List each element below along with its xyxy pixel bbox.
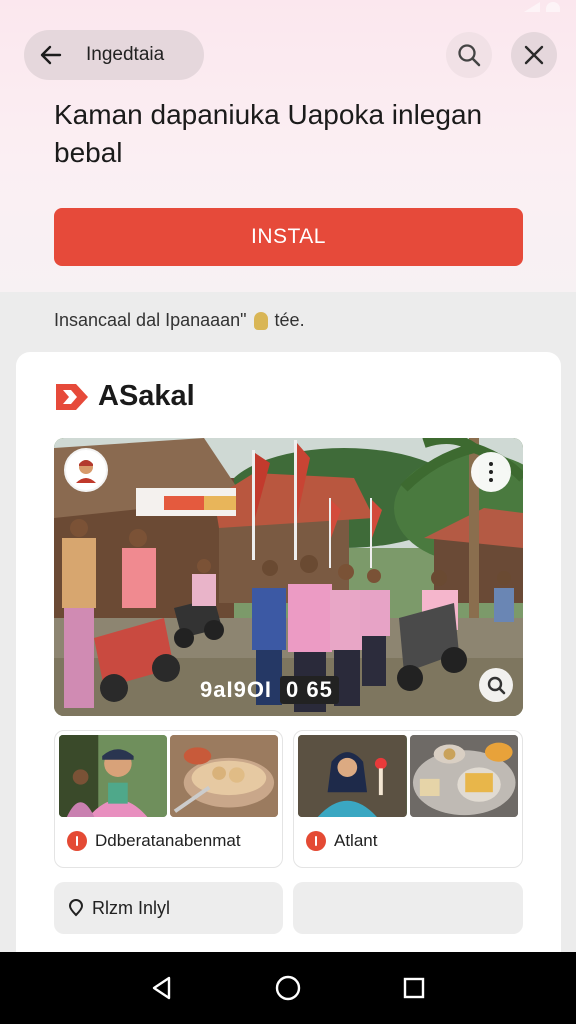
dot-icon [489, 478, 493, 482]
close-icon [524, 45, 544, 65]
tile-photo-food [170, 735, 278, 817]
hero-image[interactable]: 9aI9OI 0 65 [54, 438, 523, 716]
visual-search-button[interactable] [479, 668, 513, 702]
recents-square-icon[interactable] [401, 975, 427, 1001]
tile-label: Ddberatanabenmat [67, 831, 241, 851]
location-pin-icon [68, 899, 84, 917]
dot-icon [489, 470, 493, 474]
ad-header-pill[interactable]: Ingedtaia [24, 30, 204, 80]
tile-photo-person [298, 735, 407, 817]
brand-name: ASakal [98, 380, 195, 412]
install-button[interactable]: INSTAL [54, 208, 523, 266]
product-tile[interactable]: Ddberatanabenmat [54, 730, 283, 868]
wifi-icon [546, 2, 560, 12]
back-arrow-icon[interactable] [38, 42, 64, 68]
ad-card[interactable]: ASakal 9aI9OI 0 65 Ddberatanabenmat Atla… [16, 352, 561, 972]
info-line: Insancaal dal Ipanaaan" tée. [54, 310, 305, 331]
hero-caption-tag: 0 65 [280, 676, 339, 704]
home-circle-icon[interactable] [274, 974, 302, 1002]
tile-title: Ddberatanabenmat [95, 831, 241, 850]
signal-icon [524, 2, 540, 12]
back-triangle-icon[interactable] [149, 975, 175, 1001]
more-options-button[interactable] [471, 452, 511, 492]
tile-label: Atlant [306, 831, 377, 851]
chip-label: Rlzm Inlyl [92, 897, 171, 918]
lightbulb-icon [253, 311, 268, 330]
tile-photo-person [59, 735, 167, 817]
tile-photo-food [409, 735, 518, 817]
hero-caption: 9aI9OI 0 65 [200, 676, 339, 704]
ad-top-area: Ingedtaia Kaman dapaniuka Uapoka inlegan… [0, 0, 576, 292]
avatar-face-icon [76, 460, 96, 483]
ad-header-title: Ingedtaia [86, 44, 165, 65]
product-tile[interactable]: Atlant [293, 730, 523, 868]
chip-button[interactable]: Rlzm Inlyl [54, 882, 283, 934]
brand-logo-icon [56, 383, 88, 410]
info-dot-icon [306, 831, 326, 851]
lens-search-icon [487, 676, 506, 695]
tile-images [55, 731, 282, 817]
system-nav-bar [0, 952, 576, 1024]
info-dot-icon [67, 831, 87, 851]
status-bar [524, 0, 560, 14]
info-text-end: tée. [274, 310, 305, 330]
search-button[interactable] [446, 32, 492, 78]
search-icon [458, 44, 481, 67]
village-scene-illustration [54, 438, 523, 716]
brand: ASakal [54, 380, 195, 413]
dot-icon [489, 462, 493, 466]
ad-headline: Kaman dapaniuka Uapoka inlegan bebal [54, 99, 483, 168]
publisher-avatar[interactable] [64, 448, 108, 492]
chip-button-empty[interactable] [293, 882, 523, 934]
tile-images [294, 731, 522, 817]
close-button[interactable] [511, 32, 557, 78]
info-text-start: Insancaal dal Ipanaaan" [54, 310, 247, 330]
tile-title: Atlant [334, 831, 378, 850]
hero-caption-text: 9aI9OI [200, 677, 273, 702]
